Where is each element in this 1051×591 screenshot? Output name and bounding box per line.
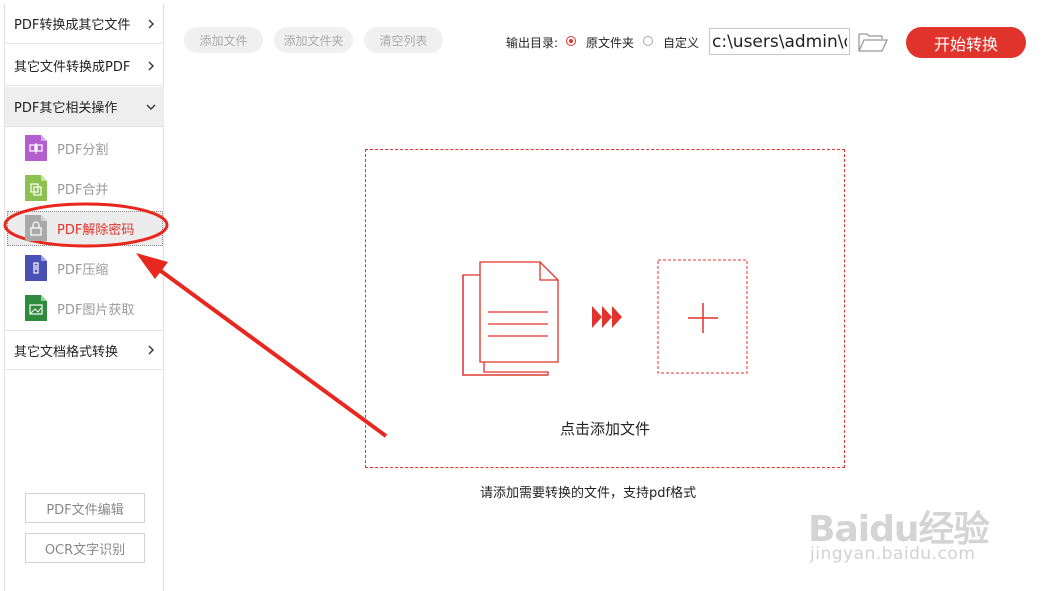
split-file-icon	[25, 135, 47, 161]
sidebar-section-other-format[interactable]: 其它文档格式转换	[5, 330, 164, 370]
sidebar-item-pdf-image-extract[interactable]: PDF图片获取	[5, 288, 164, 328]
sidebar-item-pdf-split[interactable]: PDF分割	[5, 128, 164, 168]
radio-original-folder-label: 原文件夹	[586, 36, 635, 50]
radio-original-folder[interactable]	[566, 36, 576, 46]
watermark-url: jingyan.baidu.com	[810, 544, 976, 564]
chevron-right-icon	[148, 345, 154, 355]
annotation-arrow-line	[148, 261, 388, 438]
folder-open-icon[interactable]	[858, 31, 888, 53]
sidebar-section-label: PDF转换成其它文件	[14, 18, 131, 33]
file-drop-zone[interactable]: 点击添加文件	[365, 149, 845, 468]
ocr-button[interactable]: OCR文字识别	[25, 533, 145, 563]
radio-custom-folder-label: 自定义	[663, 36, 700, 50]
sidebar-item-label: PDF合并	[57, 182, 109, 198]
image-file-icon	[25, 295, 47, 321]
add-folder-button[interactable]: 添加文件夹	[274, 27, 353, 53]
chevron-right-icon	[148, 19, 154, 28]
sidebar-section-label: PDF其它相关操作	[14, 101, 118, 116]
add-file-button[interactable]: 添加文件	[184, 27, 263, 53]
sidebar-item-label: PDF压缩	[57, 262, 109, 278]
start-convert-button[interactable]: 开始转换	[906, 27, 1026, 58]
merge-file-icon	[25, 175, 47, 201]
sidebar: PDF转换成其它文件 其它文件转换成PDF PDF其它相关操作 PDF分割 PD…	[4, 4, 164, 591]
sidebar-item-pdf-merge[interactable]: PDF合并	[5, 168, 164, 208]
chevron-right-icon	[148, 61, 154, 70]
sidebar-section-label: 其它文件转换成PDF	[14, 60, 131, 75]
radio-custom-folder[interactable]	[643, 36, 653, 46]
clear-list-button[interactable]: 清空列表	[364, 27, 443, 53]
document-stack-icon	[462, 261, 559, 376]
sidebar-section-pdf-to-other[interactable]: PDF转换成其它文件	[5, 4, 164, 44]
supported-format-hint: 请添加需要转换的文件，支持pdf格式	[480, 486, 697, 501]
sidebar-section-pdf-other-ops[interactable]: PDF其它相关操作	[5, 87, 164, 127]
chevron-down-icon	[146, 104, 156, 110]
sidebar-item-label: PDF分割	[57, 142, 109, 158]
click-add-file-text: 点击添加文件	[559, 420, 650, 438]
pdf-edit-button[interactable]: PDF文件编辑	[25, 493, 145, 523]
sidebar-item-pdf-compress[interactable]: PDF压缩	[5, 248, 164, 288]
output-path-input[interactable]	[709, 28, 850, 55]
sidebar-section-other-to-pdf[interactable]: 其它文件转换成PDF	[5, 46, 164, 86]
compress-file-icon	[25, 255, 47, 281]
unlock-file-icon	[25, 215, 47, 241]
add-plus-icon	[657, 259, 748, 374]
sidebar-item-label: PDF解除密码	[57, 222, 135, 238]
sidebar-item-label: PDF图片获取	[57, 302, 135, 318]
output-dir-label: 输出目录:	[506, 36, 559, 50]
sidebar-item-pdf-unlock[interactable]: PDF解除密码	[5, 208, 164, 248]
arrows-right-icon	[592, 306, 622, 328]
drop-zone-illustration	[462, 259, 748, 376]
sidebar-section-label: 其它文档格式转换	[14, 344, 119, 360]
